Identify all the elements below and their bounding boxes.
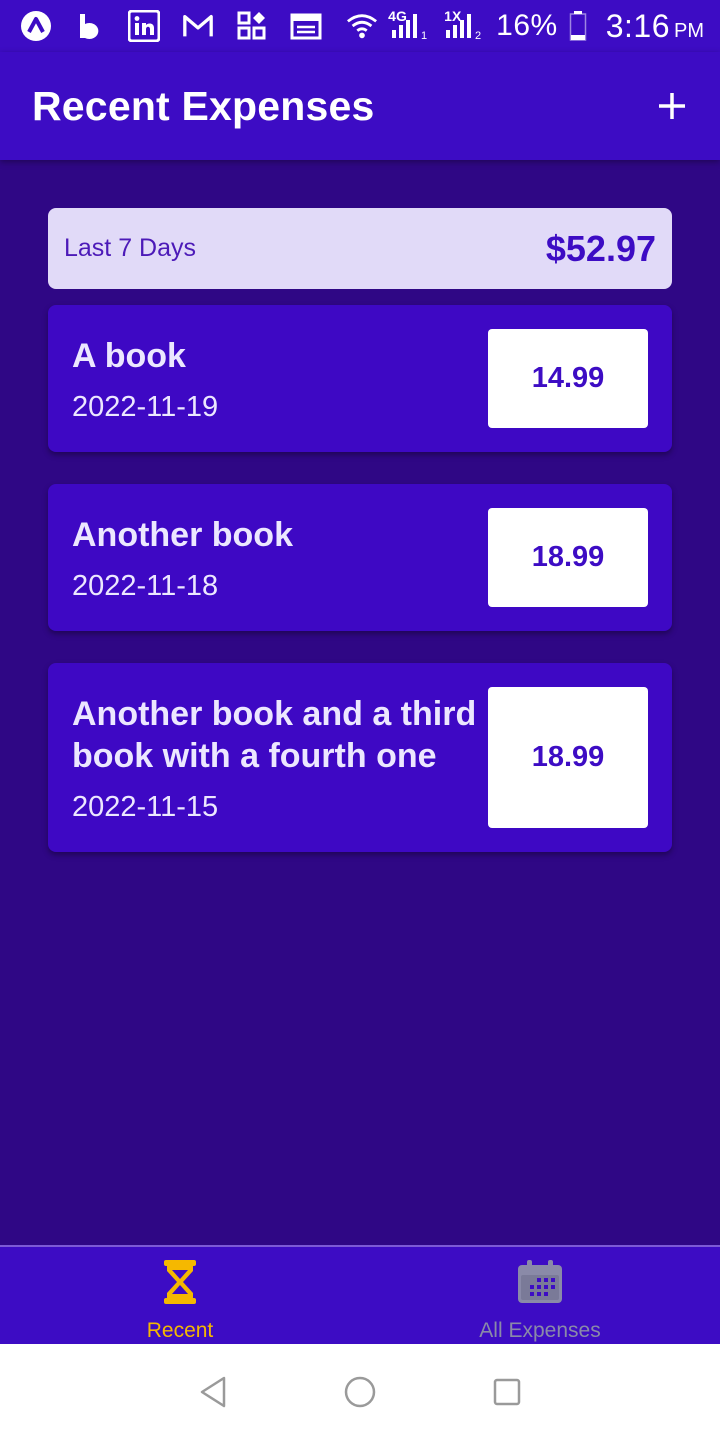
battery-percent: 16% [496,9,558,42]
signal-sim1-icon: 4G 1 [388,8,432,42]
expense-item[interactable]: A book 2022-11-19 14.99 [48,305,672,452]
system-nav-bar [0,1344,720,1440]
signal-sim2-icon: 1X 2 [442,8,486,42]
expense-date: 2022-11-15 [72,791,219,823]
page-title: Recent Expenses [32,82,375,129]
app-b-icon [74,10,106,42]
apps-grid-icon [236,10,268,42]
expense-description: Another book [72,516,293,554]
expense-item[interactable]: Another book 2022-11-18 18.99 [48,484,672,631]
clock-ampm: PM [674,19,704,42]
expense-date: 2022-11-18 [72,570,219,602]
summary-total: $52.97 [545,227,656,269]
calendar-news-icon [290,10,322,42]
network-type-label: 4G [388,8,407,24]
app-a-icon [20,10,52,42]
expense-description: A book [72,337,186,375]
expense-amount: 14.99 [488,329,648,428]
tab-recent[interactable]: Recent [0,1247,360,1344]
bottom-tab-bar: Recent All Expenses [0,1245,720,1344]
tab-all-expenses[interactable]: All Expenses [360,1247,720,1344]
app-header: Recent Expenses [0,52,720,160]
summary-period-label: Last 7 Days [64,234,197,262]
svg-text:2: 2 [475,30,481,42]
status-bar: 4G 1 1X 2 16% 3:16 PM [0,0,720,52]
tab-label: Recent [146,1319,214,1342]
expense-amount: 18.99 [488,508,648,607]
tab-label: All Expenses [479,1319,601,1342]
plus-icon [659,93,685,119]
expense-amount: 18.99 [488,687,648,828]
recents-icon[interactable] [483,1368,531,1416]
svg-text:1: 1 [421,30,427,42]
wifi-icon [346,10,378,42]
expenses-summary: Last 7 Days $52.97 [48,208,672,289]
network-type-label: 1X [444,8,462,24]
add-expense-button[interactable] [644,78,700,134]
clock: 3:16 PM [606,8,704,45]
expense-item[interactable]: Another book and a third book with a fou… [48,663,672,852]
expense-description: Another book and a third book with a fou… [72,695,477,775]
home-icon[interactable] [336,1368,384,1416]
clock-time: 3:16 [605,7,670,44]
linkedin-icon [128,10,160,42]
hourglass-icon [156,1259,204,1305]
expense-date: 2022-11-19 [72,391,219,423]
gmail-icon [182,10,214,42]
battery-icon [568,10,588,42]
calendar-icon [516,1259,564,1305]
back-icon[interactable] [189,1368,237,1416]
